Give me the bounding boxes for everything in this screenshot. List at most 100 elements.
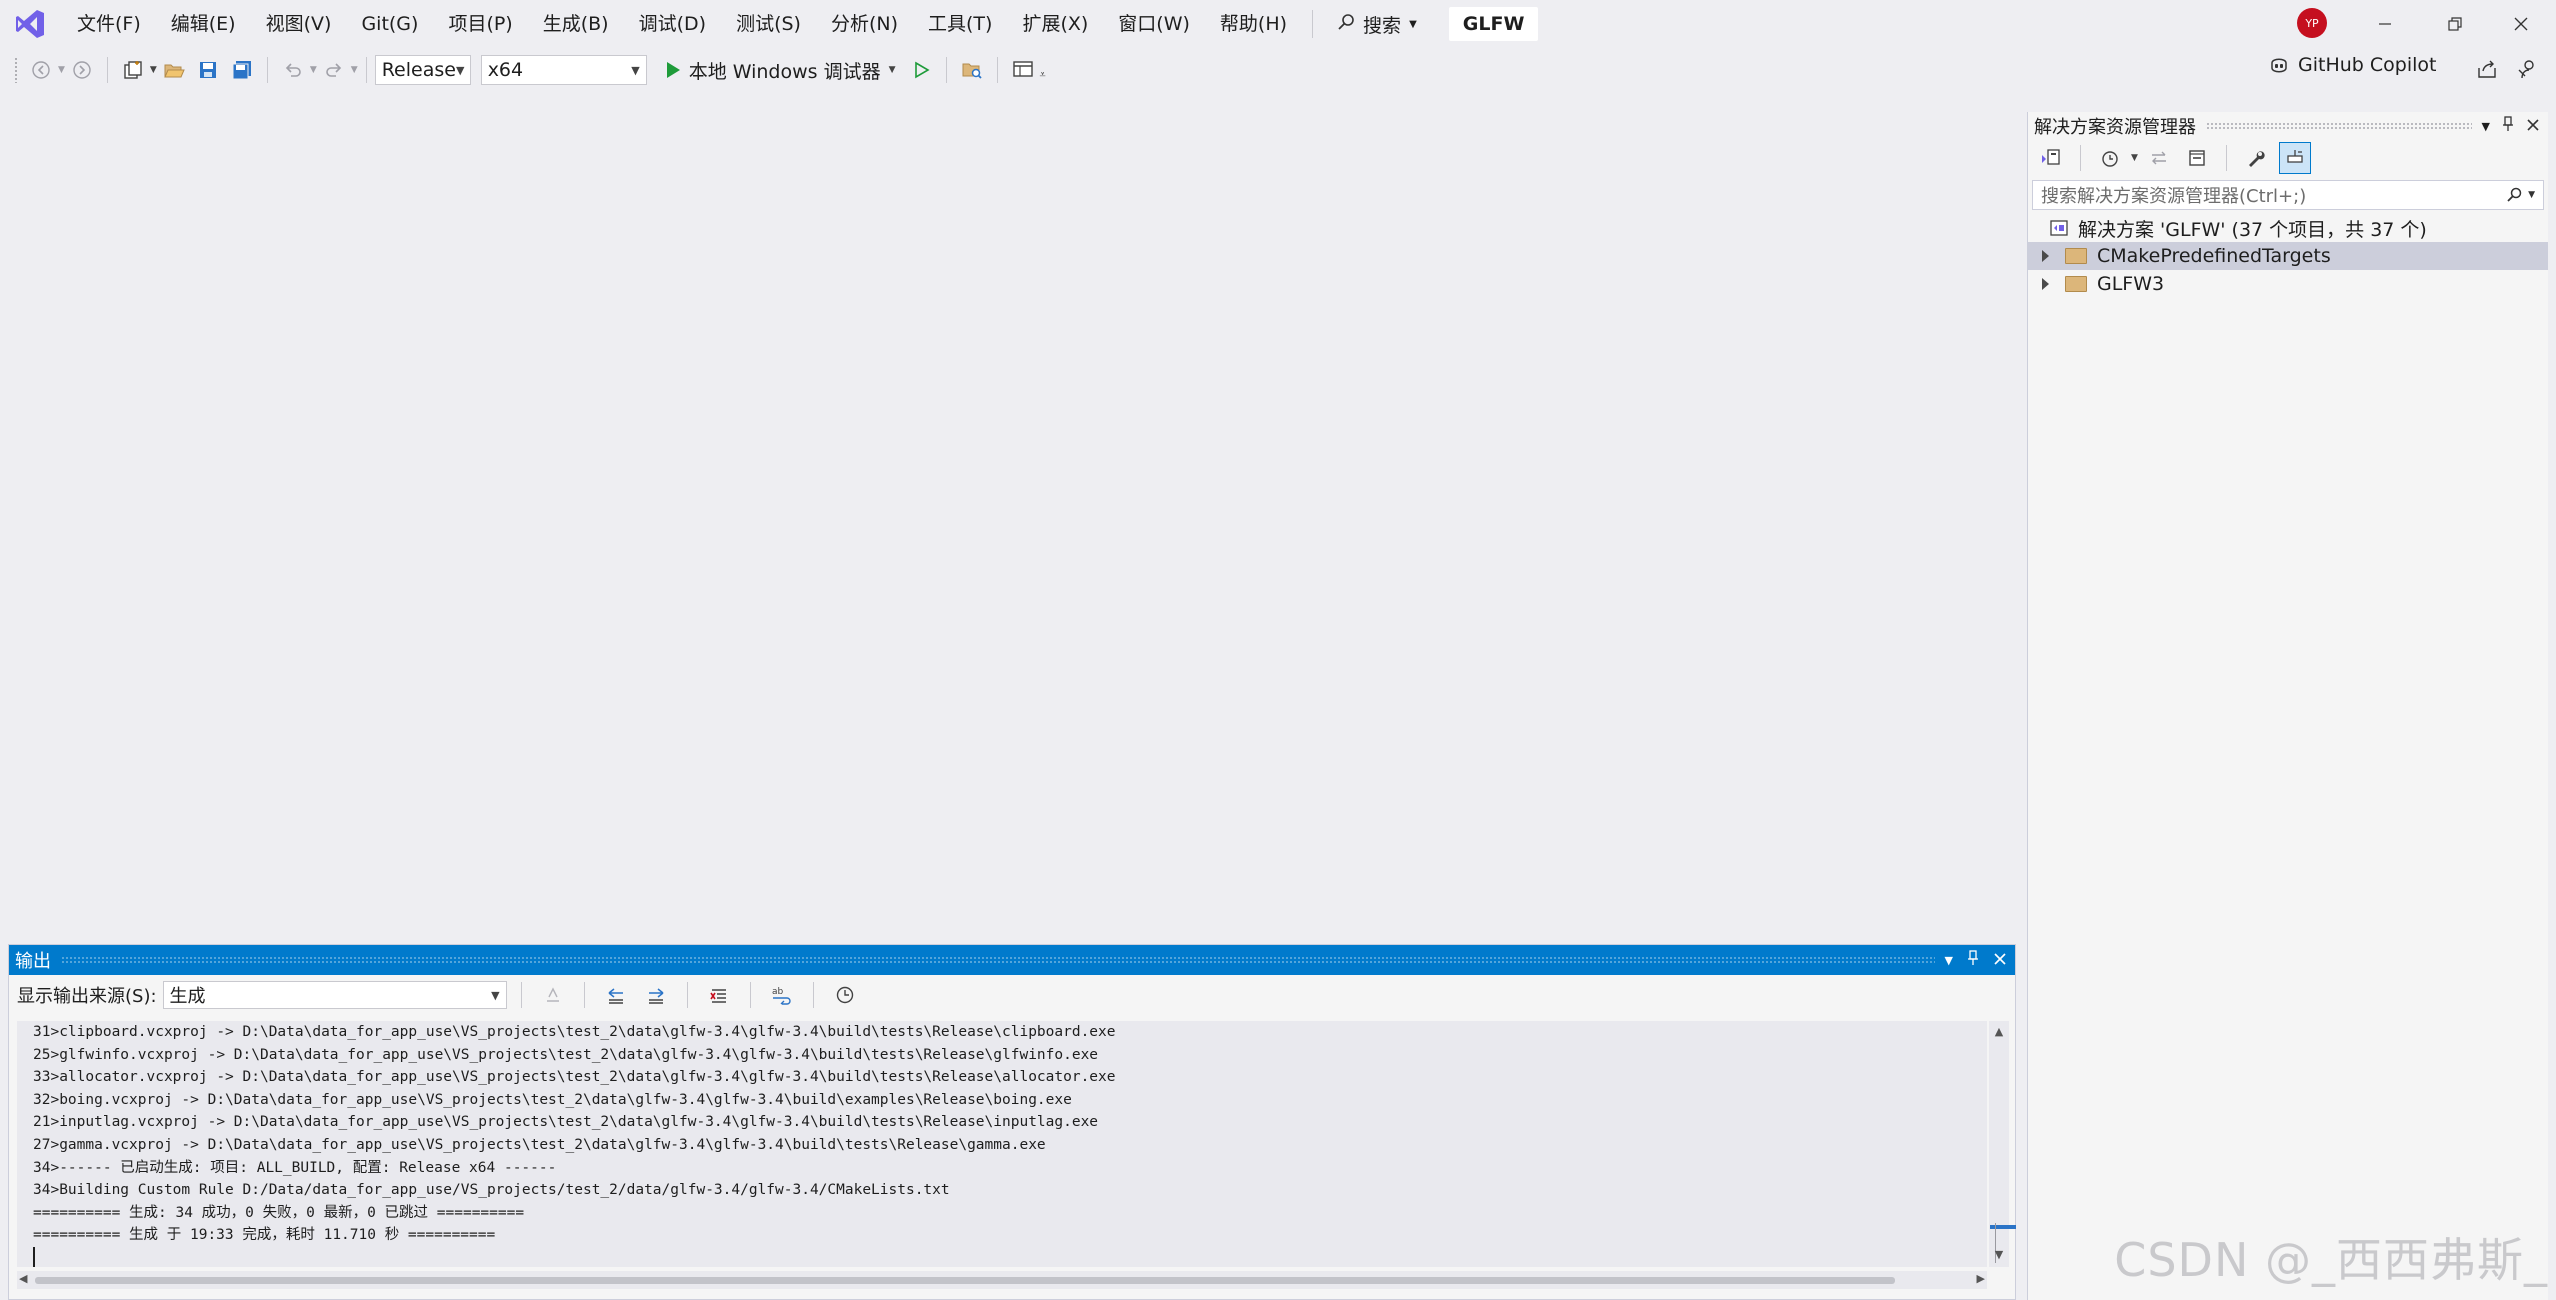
properties-button[interactable]: [2241, 143, 2271, 173]
scroll-up-arrow-icon[interactable]: ▲: [1989, 1025, 2009, 1038]
chevron-down-icon: ▼: [455, 63, 465, 77]
text-caret: [33, 1246, 35, 1267]
open-file-button[interactable]: [159, 55, 189, 85]
toolbar-grip[interactable]: [14, 57, 18, 83]
chevron-down-icon[interactable]: ▼: [1945, 954, 1953, 967]
save-button[interactable]: [193, 55, 223, 85]
scrollbar-thumb[interactable]: [35, 1277, 1895, 1284]
close-window-button[interactable]: [2486, 0, 2556, 48]
output-source-select[interactable]: 生成 ▼: [162, 981, 507, 1009]
pin-icon[interactable]: [1967, 949, 1979, 971]
menu-analyze[interactable]: 分析(N): [816, 4, 913, 44]
pin-icon[interactable]: [2502, 115, 2514, 137]
redo-button[interactable]: [319, 55, 349, 85]
browse-folder-button[interactable]: [957, 55, 987, 85]
output-source-value: 生成: [169, 986, 206, 1007]
standard-toolbar: ▼ ▼ ▼ ▼ Release ▼ x64 ▼ 本地 Windows 调试器 ▼: [0, 52, 2556, 88]
search-button[interactable]: 搜索 ▼: [1323, 11, 1431, 38]
folder-icon: [2065, 248, 2087, 264]
close-icon[interactable]: [1993, 950, 2007, 971]
start-debugging-button[interactable]: 本地 Windows 调试器 ▼: [657, 57, 904, 84]
feedback-button[interactable]: [2516, 58, 2538, 84]
menu-extensions[interactable]: 扩展(X): [1007, 4, 1103, 44]
solution-explorer-titlebar[interactable]: 解决方案资源管理器 ▼: [2028, 112, 2548, 140]
menu-window[interactable]: 窗口(W): [1103, 4, 1205, 44]
svg-text:ab: ab: [772, 987, 784, 997]
next-message-icon: [648, 988, 664, 1004]
tree-item-label: CMakePredefinedTargets: [2097, 245, 2331, 267]
toolbar-overflow-icon[interactable]: ⩡: [1040, 68, 1046, 82]
save-all-button[interactable]: [227, 55, 257, 85]
chevron-down-icon[interactable]: ▼: [310, 65, 317, 75]
menu-test[interactable]: 测试(S): [721, 4, 816, 44]
expand-arrow-icon[interactable]: [2042, 278, 2049, 290]
github-copilot-button[interactable]: GitHub Copilot: [2268, 54, 2436, 76]
solution-configuration-select[interactable]: Release ▼: [374, 55, 471, 85]
menu-help[interactable]: 帮助(H): [1205, 4, 1302, 44]
find-message-in-code-button[interactable]: [538, 980, 568, 1010]
copilot-label: GitHub Copilot: [2298, 54, 2437, 76]
solution-search-input[interactable]: 搜索解决方案资源管理器(Ctrl+;) ▼: [2032, 180, 2544, 210]
toggle-word-wrap-button[interactable]: ab: [767, 980, 797, 1010]
toolbar-separator: [365, 57, 367, 83]
solution-node[interactable]: 解决方案 'GLFW' (37 个项目，共 37 个): [2028, 214, 2548, 242]
chevron-down-icon[interactable]: ▼: [351, 65, 358, 75]
undo-button[interactable]: [278, 55, 308, 85]
menu-debug[interactable]: 调试(D): [624, 4, 721, 44]
show-timestamps-button[interactable]: [830, 980, 860, 1010]
titlebar-grip: [2206, 122, 2472, 130]
toolbar-separator: [686, 982, 688, 1008]
navigate-back-button[interactable]: [26, 55, 56, 85]
tree-item-glfw3[interactable]: GLFW3: [2028, 270, 2548, 298]
next-message-button[interactable]: [641, 980, 671, 1010]
output-titlebar[interactable]: 输出 ▼: [9, 945, 2015, 975]
output-horizontal-scrollbar[interactable]: ◀ ▶: [17, 1271, 1987, 1289]
close-icon[interactable]: [2526, 116, 2540, 137]
word-wrap-icon: ab: [772, 987, 791, 1005]
clock-icon: [836, 986, 853, 1004]
platform-value: x64: [487, 59, 524, 81]
restore-button[interactable]: [2420, 0, 2490, 48]
menu-file[interactable]: 文件(F): [62, 4, 156, 44]
menu-build[interactable]: 生成(B): [528, 4, 624, 44]
scroll-down-arrow-icon[interactable]: ▼: [1989, 1248, 2009, 1261]
output-text-area[interactable]: 31>clipboard.vcxproj -> D:\Data\data_for…: [17, 1021, 1987, 1267]
menu-edit[interactable]: 编辑(E): [156, 4, 251, 44]
chevron-down-icon[interactable]: ▼: [2482, 120, 2490, 133]
previous-message-button[interactable]: [601, 980, 631, 1010]
navigate-forward-button[interactable]: [67, 55, 97, 85]
chevron-down-icon[interactable]: ▼: [2528, 190, 2535, 200]
layout-button[interactable]: [1008, 55, 1038, 85]
minimize-button[interactable]: [2350, 0, 2420, 48]
user-avatar[interactable]: YP: [2297, 8, 2327, 38]
scrollbar-thumb[interactable]: [1990, 1225, 2016, 1229]
pending-changes-filter-button[interactable]: [2095, 143, 2125, 173]
clear-all-button[interactable]: [704, 980, 734, 1010]
start-without-debugging-button[interactable]: [906, 55, 936, 85]
solution-explorer-title: 解决方案资源管理器: [2034, 117, 2196, 138]
share-button[interactable]: [2476, 58, 2498, 84]
sync-with-document-button[interactable]: [2144, 143, 2174, 173]
scroll-left-arrow-icon[interactable]: ◀: [19, 1272, 27, 1285]
chevron-down-icon[interactable]: ▼: [150, 65, 157, 75]
solution-platform-select[interactable]: x64 ▼: [480, 55, 647, 85]
switch-views-button[interactable]: [2036, 143, 2066, 173]
menu-view[interactable]: 视图(V): [251, 4, 347, 44]
menu-git[interactable]: Git(G): [346, 4, 433, 44]
expand-arrow-icon[interactable]: [2042, 250, 2049, 262]
tree-item-cmakepredefinedtargets[interactable]: CMakePredefinedTargets: [2028, 242, 2548, 270]
new-project-button[interactable]: [118, 55, 148, 85]
scroll-right-arrow-icon[interactable]: ▶: [1977, 1272, 1985, 1285]
wrench-icon: [2248, 151, 2265, 167]
restore-icon: [2448, 17, 2462, 31]
forward-arrow-icon: [73, 61, 91, 79]
output-vertical-scrollbar[interactable]: ▲ ▼: [1989, 1021, 2016, 1267]
chevron-down-icon[interactable]: ▼: [58, 65, 65, 75]
collapse-all-button[interactable]: [2182, 143, 2212, 173]
chevron-down-icon[interactable]: ▼: [2131, 153, 2138, 163]
menu-tools[interactable]: 工具(T): [913, 4, 1007, 44]
menu-project[interactable]: 项目(P): [433, 4, 527, 44]
output-line: ========== 生成 于 19:33 完成，耗时 11.710 秒 ===…: [33, 1227, 496, 1244]
chevron-down-icon[interactable]: ▼: [889, 65, 896, 75]
preview-selected-items-button[interactable]: [2278, 142, 2311, 174]
